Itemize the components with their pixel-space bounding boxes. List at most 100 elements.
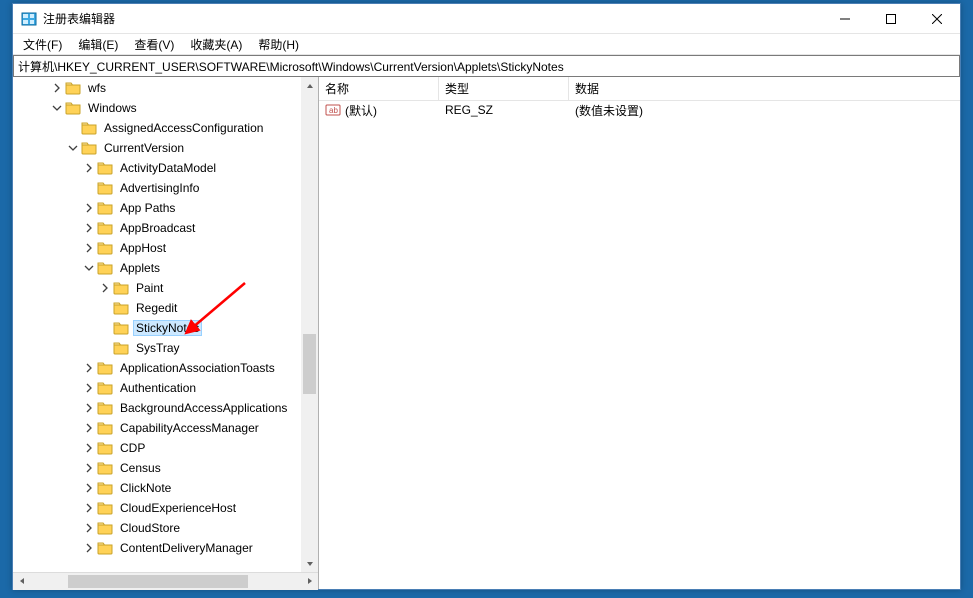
registry-tree[interactable]: wfs Windows AssignedAccessConfigurationCur… bbox=[13, 77, 318, 558]
tree-item[interactable]: AdvertisingInfo bbox=[13, 178, 318, 198]
values-list[interactable]: ab(默认)REG_SZ(数值未设置) bbox=[319, 101, 960, 589]
tree-item-label: CapabilityAccessManager bbox=[117, 420, 262, 436]
tree-item[interactable]: CapabilityAccessManager bbox=[13, 418, 318, 438]
expand-icon[interactable] bbox=[81, 480, 97, 496]
expand-icon[interactable] bbox=[81, 460, 97, 476]
tree-item[interactable]: Applets bbox=[13, 258, 318, 278]
expand-icon[interactable] bbox=[81, 380, 97, 396]
expand-icon[interactable] bbox=[81, 420, 97, 436]
tree-item[interactable]: CDP bbox=[13, 438, 318, 458]
tree-item[interactable]: Census bbox=[13, 458, 318, 478]
value-data: (数值未设置) bbox=[575, 102, 643, 119]
tree-item[interactable]: ClickNote bbox=[13, 478, 318, 498]
value-type-cell: REG_SZ bbox=[439, 103, 569, 117]
vscroll-track[interactable] bbox=[301, 94, 318, 555]
tree-item-label: Regedit bbox=[133, 300, 180, 316]
column-name[interactable]: 名称 bbox=[319, 77, 439, 100]
scroll-left-button[interactable] bbox=[13, 573, 30, 590]
folder-icon bbox=[97, 240, 113, 256]
folder-icon bbox=[97, 180, 113, 196]
close-button[interactable] bbox=[914, 4, 960, 34]
expand-icon[interactable] bbox=[81, 240, 97, 256]
scroll-right-button[interactable] bbox=[301, 573, 318, 590]
menu-help[interactable]: 帮助(H) bbox=[250, 34, 307, 55]
folder-icon bbox=[97, 260, 113, 276]
folder-icon bbox=[113, 280, 129, 296]
column-data[interactable]: 数据 bbox=[569, 77, 960, 100]
tree-item[interactable]: App Paths bbox=[13, 198, 318, 218]
tree-item[interactable]: Paint bbox=[13, 278, 318, 298]
tree-item[interactable]: AppBroadcast bbox=[13, 218, 318, 238]
expand-icon[interactable] bbox=[97, 280, 113, 296]
titlebar: 注册表编辑器 bbox=[13, 4, 960, 34]
content-area: wfs Windows AssignedAccessConfigurationCur… bbox=[13, 77, 960, 589]
expand-icon[interactable] bbox=[49, 80, 65, 96]
tree-item[interactable]: Windows bbox=[13, 98, 318, 118]
folder-icon bbox=[97, 360, 113, 376]
tree-item[interactable]: CloudStore bbox=[13, 518, 318, 538]
tree-item[interactable]: AssignedAccessConfiguration bbox=[13, 118, 318, 138]
tree-item-label: BackgroundAccessApplications bbox=[117, 400, 290, 416]
tree-item[interactable]: StickyNotes bbox=[13, 318, 318, 338]
tree-item[interactable]: CloudExperienceHost bbox=[13, 498, 318, 518]
value-row[interactable]: ab(默认)REG_SZ(数值未设置) bbox=[319, 101, 960, 119]
minimize-button[interactable] bbox=[822, 4, 868, 34]
expand-icon[interactable] bbox=[81, 400, 97, 416]
window-title: 注册表编辑器 bbox=[43, 10, 115, 27]
expander-placeholder bbox=[97, 320, 113, 336]
expand-icon[interactable] bbox=[81, 200, 97, 216]
address-text: 计算机\HKEY_CURRENT_USER\SOFTWARE\Microsoft… bbox=[18, 58, 564, 75]
address-bar[interactable]: 计算机\HKEY_CURRENT_USER\SOFTWARE\Microsoft… bbox=[13, 55, 960, 77]
tree-item[interactable]: Authentication bbox=[13, 378, 318, 398]
tree-item[interactable]: CurrentVersion bbox=[13, 138, 318, 158]
menu-edit[interactable]: 编辑(E) bbox=[70, 34, 126, 55]
tree-item-label: AdvertisingInfo bbox=[117, 180, 202, 196]
expand-icon[interactable] bbox=[81, 440, 97, 456]
folder-icon bbox=[113, 340, 129, 356]
tree-vertical-scrollbar[interactable] bbox=[301, 77, 318, 572]
expand-icon[interactable] bbox=[81, 220, 97, 236]
tree-item[interactable]: ContentDeliveryManager bbox=[13, 538, 318, 558]
expand-icon[interactable] bbox=[81, 360, 97, 376]
tree-horizontal-scrollbar[interactable] bbox=[13, 572, 318, 589]
tree-item-label: Paint bbox=[133, 280, 166, 296]
tree-item-label: Windows bbox=[85, 100, 140, 116]
collapse-icon[interactable] bbox=[65, 140, 81, 156]
tree-item[interactable]: ActivityDataModel bbox=[13, 158, 318, 178]
tree-item-label: ClickNote bbox=[117, 480, 174, 496]
tree-item[interactable]: Regedit bbox=[13, 298, 318, 318]
hscroll-thumb[interactable] bbox=[68, 575, 248, 588]
scroll-down-button[interactable] bbox=[301, 555, 318, 572]
folder-icon bbox=[97, 440, 113, 456]
tree-item-label: StickyNotes bbox=[133, 320, 202, 336]
tree-item-label: ContentDeliveryManager bbox=[117, 540, 256, 556]
tree-item-label: wfs bbox=[85, 80, 109, 96]
expand-icon[interactable] bbox=[81, 540, 97, 556]
vscroll-thumb[interactable] bbox=[303, 334, 316, 394]
values-pane: 名称 类型 数据 ab(默认)REG_SZ(数值未设置) bbox=[319, 77, 960, 589]
expander-placeholder bbox=[97, 340, 113, 356]
hscroll-track[interactable] bbox=[30, 573, 301, 590]
tree-item[interactable]: ApplicationAssociationToasts bbox=[13, 358, 318, 378]
tree-item[interactable]: SysTray bbox=[13, 338, 318, 358]
expand-icon[interactable] bbox=[81, 500, 97, 516]
collapse-icon[interactable] bbox=[81, 260, 97, 276]
scroll-up-button[interactable] bbox=[301, 77, 318, 94]
folder-icon bbox=[97, 460, 113, 476]
regedit-window: 注册表编辑器 文件(F) 编辑(E) 查看(V) 收藏夹(A) 帮助(H) 计算… bbox=[12, 3, 961, 590]
value-type: REG_SZ bbox=[445, 103, 493, 117]
menu-favorites[interactable]: 收藏夹(A) bbox=[182, 34, 250, 55]
menu-view[interactable]: 查看(V) bbox=[126, 34, 182, 55]
column-type[interactable]: 类型 bbox=[439, 77, 569, 100]
expand-icon[interactable] bbox=[81, 160, 97, 176]
folder-icon bbox=[97, 540, 113, 556]
maximize-button[interactable] bbox=[868, 4, 914, 34]
menu-file[interactable]: 文件(F) bbox=[15, 34, 70, 55]
tree-item-label: Authentication bbox=[117, 380, 199, 396]
expander-placeholder bbox=[65, 120, 81, 136]
tree-item[interactable]: wfs bbox=[13, 78, 318, 98]
tree-item[interactable]: BackgroundAccessApplications bbox=[13, 398, 318, 418]
tree-item[interactable]: AppHost bbox=[13, 238, 318, 258]
expand-icon[interactable] bbox=[81, 520, 97, 536]
collapse-icon[interactable] bbox=[49, 100, 65, 116]
